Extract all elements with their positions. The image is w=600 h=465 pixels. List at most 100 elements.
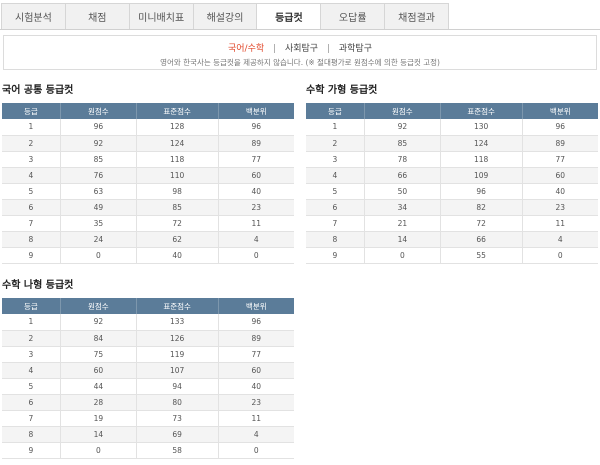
subject-filter-box: 국어/수학 | 사회탐구 | 과학탐구 영어와 한국사는 등급컷을 제공하지 않… <box>3 35 597 70</box>
cell-standard: 98 <box>135 183 219 200</box>
section-title: 국어 공통 등급컷 <box>2 85 74 96</box>
table-row: 3 85 118 77 <box>2 151 294 168</box>
cell-raw: 92 <box>363 119 441 136</box>
cell-percentile: 40 <box>521 183 598 200</box>
cell-standard: 96 <box>439 183 523 200</box>
tab-wrong-rate[interactable]: 오답률 <box>320 3 385 30</box>
tab-grading-result[interactable]: 채점결과 <box>384 3 450 30</box>
cell-standard: 124 <box>135 135 219 152</box>
cell-grade: 5 <box>2 378 61 395</box>
table-row: 2 84 126 89 <box>2 330 294 347</box>
cell-standard: 73 <box>135 410 219 427</box>
cell-percentile: 40 <box>217 378 294 395</box>
tab-lecture[interactable]: 해설강의 <box>192 3 257 30</box>
cell-grade: 5 <box>2 183 61 200</box>
cell-grade: 8 <box>306 231 365 248</box>
cell-raw: 34 <box>363 199 441 216</box>
col-header-percentile: 백분위 <box>217 298 294 314</box>
table-row: 7 35 72 11 <box>2 215 294 232</box>
subnav-science[interactable]: 과학탐구 <box>339 44 372 54</box>
table-row: 9 0 58 0 <box>2 442 294 459</box>
cell-percentile: 60 <box>521 167 598 184</box>
cell-standard: 119 <box>135 346 219 363</box>
subnav-separator: | <box>273 44 277 54</box>
grade-table-math-na: 등급 원점수 표준점수 백분위 1 92 133 96 2 84 126 89 3 75 119… <box>2 298 294 459</box>
section-math-na: 수학 나형 등급컷 등급 원점수 표준점수 백분위 1 92 133 96 2 84 12… <box>2 279 294 459</box>
cell-percentile: 96 <box>521 119 598 136</box>
cell-grade: 3 <box>2 151 61 168</box>
cell-standard: 110 <box>135 167 219 184</box>
cell-percentile: 89 <box>217 135 294 152</box>
cell-raw: 0 <box>59 247 137 264</box>
col-header-standard-score: 표준점수 <box>135 298 219 314</box>
table-row: 1 96 128 96 <box>2 119 294 136</box>
cell-percentile: 4 <box>217 231 294 248</box>
cell-percentile: 60 <box>217 362 294 379</box>
cell-standard: 85 <box>135 199 219 216</box>
section-title: 수학 나형 등급컷 <box>2 280 74 291</box>
cell-percentile: 77 <box>217 346 294 363</box>
tab-exam-analysis[interactable]: 시험분석 <box>1 3 65 30</box>
cell-percentile: 4 <box>217 426 294 443</box>
tab-grade-cut[interactable]: 등급컷 <box>256 3 321 30</box>
cell-grade: 2 <box>2 330 61 347</box>
cell-grade: 4 <box>2 167 61 184</box>
table-header-row: 등급 원점수 표준점수 백분위 <box>2 298 294 314</box>
cell-percentile: 23 <box>217 394 294 411</box>
section-title: 수학 가형 등급컷 <box>306 85 378 96</box>
cell-grade: 7 <box>306 215 365 232</box>
col-header-raw-score: 원점수 <box>59 298 137 314</box>
cell-standard: 40 <box>135 247 219 264</box>
cell-raw: 24 <box>59 231 137 248</box>
cell-raw: 75 <box>59 346 137 363</box>
cell-standard: 55 <box>439 247 523 264</box>
table-row: 3 78 118 77 <box>306 151 598 168</box>
cell-grade: 8 <box>2 426 61 443</box>
cell-percentile: 89 <box>217 330 294 347</box>
table-row: 1 92 130 96 <box>306 119 598 136</box>
cell-standard: 118 <box>135 151 219 168</box>
cell-grade: 2 <box>306 135 365 152</box>
table-row: 4 66 109 60 <box>306 167 598 184</box>
cell-percentile: 0 <box>521 247 598 264</box>
cell-raw: 19 <box>59 410 137 427</box>
cell-standard: 118 <box>439 151 523 168</box>
col-header-grade: 등급 <box>306 103 365 119</box>
cell-grade: 1 <box>306 119 365 136</box>
table-row: 6 49 85 23 <box>2 199 294 216</box>
table-row: 4 76 110 60 <box>2 167 294 184</box>
cell-grade: 1 <box>2 119 61 136</box>
subnav-social-studies[interactable]: 사회탐구 <box>285 44 318 54</box>
cell-raw: 35 <box>59 215 137 232</box>
cell-percentile: 23 <box>521 199 598 216</box>
table-row: 9 0 55 0 <box>306 247 598 264</box>
col-header-standard-score: 표준점수 <box>135 103 219 119</box>
table-row: 1 92 133 96 <box>2 314 294 331</box>
cell-raw: 96 <box>59 119 137 136</box>
cell-standard: 66 <box>439 231 523 248</box>
cell-raw: 21 <box>363 215 441 232</box>
subnav-korean-math[interactable]: 국어/수학 <box>228 44 264 54</box>
tab-mini-placement[interactable]: 미니배치표 <box>128 3 193 30</box>
cell-raw: 63 <box>59 183 137 200</box>
table-row: 3 75 119 77 <box>2 346 294 363</box>
cell-raw: 50 <box>363 183 441 200</box>
cell-raw: 85 <box>363 135 441 152</box>
cell-grade: 9 <box>306 247 365 264</box>
cell-raw: 85 <box>59 151 137 168</box>
cell-raw: 14 <box>363 231 441 248</box>
table-row: 7 21 72 11 <box>306 215 598 232</box>
cell-standard: 94 <box>135 378 219 395</box>
cell-raw: 14 <box>59 426 137 443</box>
cell-grade: 5 <box>306 183 365 200</box>
cell-raw: 66 <box>363 167 441 184</box>
cell-standard: 62 <box>135 231 219 248</box>
grade-table-korean: 등급 원점수 표준점수 백분위 1 96 128 96 2 92 124 89 3 85 118… <box>2 103 294 264</box>
cell-percentile: 23 <box>217 199 294 216</box>
cell-grade: 2 <box>2 135 61 152</box>
cell-raw: 92 <box>59 314 137 331</box>
tab-grading[interactable]: 채점 <box>64 3 129 30</box>
cell-grade: 6 <box>2 199 61 216</box>
table-row: 5 50 96 40 <box>306 183 598 200</box>
col-header-raw-score: 원점수 <box>59 103 137 119</box>
